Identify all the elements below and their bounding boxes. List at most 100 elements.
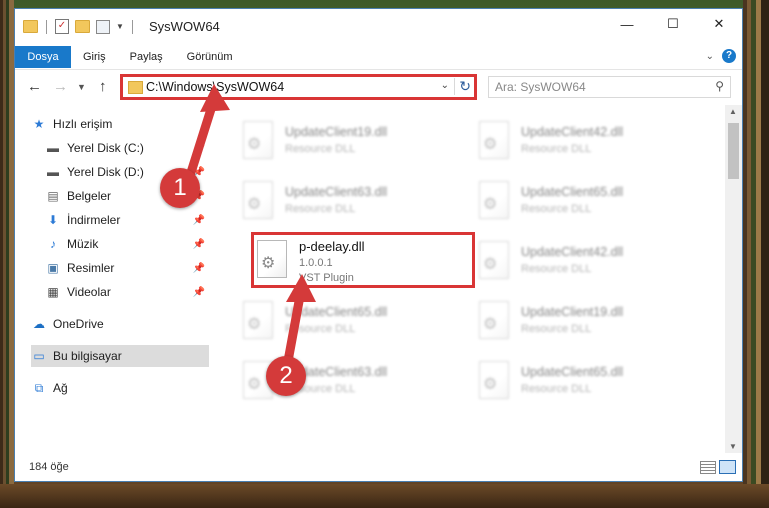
dll-file-icon [479, 241, 509, 279]
tab-share[interactable]: Paylaş [118, 46, 175, 68]
file-item[interactable]: UpdateClient19.dll Resource DLL [469, 293, 691, 349]
maximize-button[interactable]: ☐ [650, 9, 696, 39]
sidebar-item-label: Yerel Disk (C:) [67, 141, 144, 155]
file-name: UpdateClient65.dll [521, 185, 624, 199]
sidebar-item-quick-access[interactable]: ★ Hızlı erişim [31, 113, 209, 135]
dll-file-icon [479, 301, 509, 339]
file-name: UpdateClient19.dll [285, 125, 388, 139]
properties-icon[interactable] [96, 19, 110, 34]
divider [46, 19, 47, 34]
up-arrow-icon[interactable]: ↑ [99, 78, 107, 95]
pin-icon[interactable]: 📌 [193, 239, 205, 250]
dll-file-icon [479, 361, 509, 399]
dll-file-icon [243, 121, 273, 159]
sidebar-item-downloads[interactable]: ⬇ İndirmeler 📌 [45, 209, 209, 231]
recent-locations-icon[interactable]: ▼ [77, 82, 86, 92]
divider [131, 19, 133, 34]
file-item[interactable]: UpdateClient42.dll Resource DLL [469, 233, 691, 289]
pictures-icon: ▣ [47, 261, 59, 275]
sidebar-item-videos[interactable]: ▦ Videolar 📌 [45, 281, 209, 303]
minimize-button[interactable]: — [604, 9, 650, 39]
search-icon[interactable]: ⚲ [715, 79, 724, 93]
star-icon: ★ [33, 117, 45, 131]
folder-icon[interactable] [23, 20, 38, 33]
help-icon[interactable]: ? [722, 49, 736, 63]
tab-view[interactable]: Görünüm [175, 46, 245, 68]
computer-icon: ▭ [33, 349, 45, 363]
background-right [743, 0, 769, 508]
file-name: UpdateClient42.dll [521, 125, 624, 139]
details-view-icon[interactable] [700, 461, 716, 474]
file-list: UpdateClient19.dll Resource DLL UpdateCl… [223, 105, 726, 453]
dll-file-icon [479, 121, 509, 159]
file-name: UpdateClient65.dll [521, 365, 624, 379]
file-item[interactable]: UpdateClient65.dll Resource DLL [469, 173, 691, 229]
sidebar-item-onedrive[interactable]: ☁ OneDrive [31, 313, 209, 335]
tab-home[interactable]: Giriş [71, 46, 118, 68]
tab-file[interactable]: Dosya [15, 46, 71, 68]
search-box[interactable]: ⚲ [488, 76, 731, 98]
download-icon: ⬇ [47, 213, 59, 227]
file-item[interactable]: UpdateClient65.dll Resource DLL [233, 293, 455, 349]
sidebar-item-label: Ağ [53, 381, 68, 395]
file-description: Resource DLL [521, 203, 592, 215]
file-description: Resource DLL [521, 263, 592, 275]
sidebar-item-disk-c[interactable]: ▬ Yerel Disk (C:) 📌 [45, 137, 209, 159]
sidebar-item-label: Müzik [67, 237, 99, 251]
window-controls: — ☐ ✕ [604, 9, 742, 39]
pin-icon[interactable]: 📌 [193, 143, 205, 154]
cloud-icon: ☁ [33, 317, 45, 331]
back-arrow-icon[interactable]: ← [27, 78, 42, 95]
file-item[interactable]: UpdateClient65.dll Resource DLL [469, 353, 691, 409]
title-bar: ✓ ▼ SysWOW64 — ☐ ✕ [15, 9, 742, 45]
file-name: UpdateClient42.dll [521, 245, 624, 259]
navigation-bar: ← → ▼ ↑ C:\Windows\SysWOW64 ⌄ ↻ ⚲ [15, 69, 742, 104]
file-name: UpdateClient63.dll [285, 185, 388, 199]
file-description: Resource DLL [521, 383, 592, 395]
sidebar-item-label: İndirmeler [67, 213, 121, 227]
dll-file-icon [479, 181, 509, 219]
properties-check-icon[interactable]: ✓ [55, 19, 69, 34]
file-item[interactable]: UpdateClient42.dll Resource DLL [469, 113, 691, 169]
dll-file-icon [243, 301, 273, 339]
file-item[interactable]: UpdateClient63.dll Resource DLL [233, 173, 455, 229]
pin-icon[interactable]: 📌 [193, 215, 205, 226]
pin-icon[interactable]: 📌 [193, 263, 205, 274]
scroll-up-icon[interactable]: ▲ [729, 107, 737, 116]
scroll-down-icon[interactable]: ▼ [729, 442, 737, 451]
file-item[interactable]: UpdateClient19.dll Resource DLL [233, 113, 455, 169]
file-explorer-window: ✓ ▼ SysWOW64 — ☐ ✕ Dosya Giriş Paylaş Gö… [14, 8, 743, 482]
quick-access-toolbar: ✓ ▼ [23, 19, 135, 34]
navigation-pane: ★ Hızlı erişim ▬ Yerel Disk (C:) 📌 ▬ Yer… [15, 113, 223, 453]
expand-ribbon-icon[interactable]: ⌄ [706, 51, 714, 62]
sidebar-item-music[interactable]: ♪ Müzik 📌 [45, 233, 209, 255]
sidebar-item-label: Hızlı erişim [53, 117, 113, 131]
file-highlight-box [251, 232, 475, 288]
sidebar-item-this-pc[interactable]: ▭ Bu bilgisayar [31, 345, 209, 367]
pin-icon[interactable]: 📌 [193, 287, 205, 298]
network-icon: ⧉ [34, 380, 44, 395]
window-title: SysWOW64 [149, 19, 220, 34]
ribbon-controls: ⌄ ? [706, 49, 736, 63]
new-folder-icon[interactable] [75, 20, 90, 33]
status-bar: 184 öğe [15, 453, 742, 481]
scroll-thumb[interactable] [728, 123, 739, 179]
file-description: Resource DLL [285, 203, 356, 215]
sidebar-item-label: Belgeler [67, 189, 112, 203]
large-icons-view-icon[interactable] [719, 460, 736, 474]
sidebar-item-pictures[interactable]: ▣ Resimler 📌 [45, 257, 209, 279]
search-input[interactable] [495, 79, 695, 95]
customize-dropdown-icon[interactable]: ▼ [116, 22, 124, 31]
sidebar-item-network[interactable]: ⧉ Ağ [31, 377, 209, 399]
background-left [0, 0, 14, 508]
ribbon-tabs: Dosya Giriş Paylaş Görünüm [15, 46, 742, 68]
file-description: Resource DLL [521, 143, 592, 155]
vertical-scrollbar[interactable]: ▲ ▼ [725, 105, 742, 453]
sidebar-item-label: Bu bilgisayar [53, 349, 122, 363]
item-count: 184 öğe [29, 461, 69, 473]
file-description: Resource DLL [285, 323, 356, 335]
background-bottom [0, 484, 769, 508]
file-description: Resource DLL [285, 143, 356, 155]
close-button[interactable]: ✕ [696, 9, 742, 39]
forward-arrow-icon[interactable]: → [53, 78, 68, 95]
